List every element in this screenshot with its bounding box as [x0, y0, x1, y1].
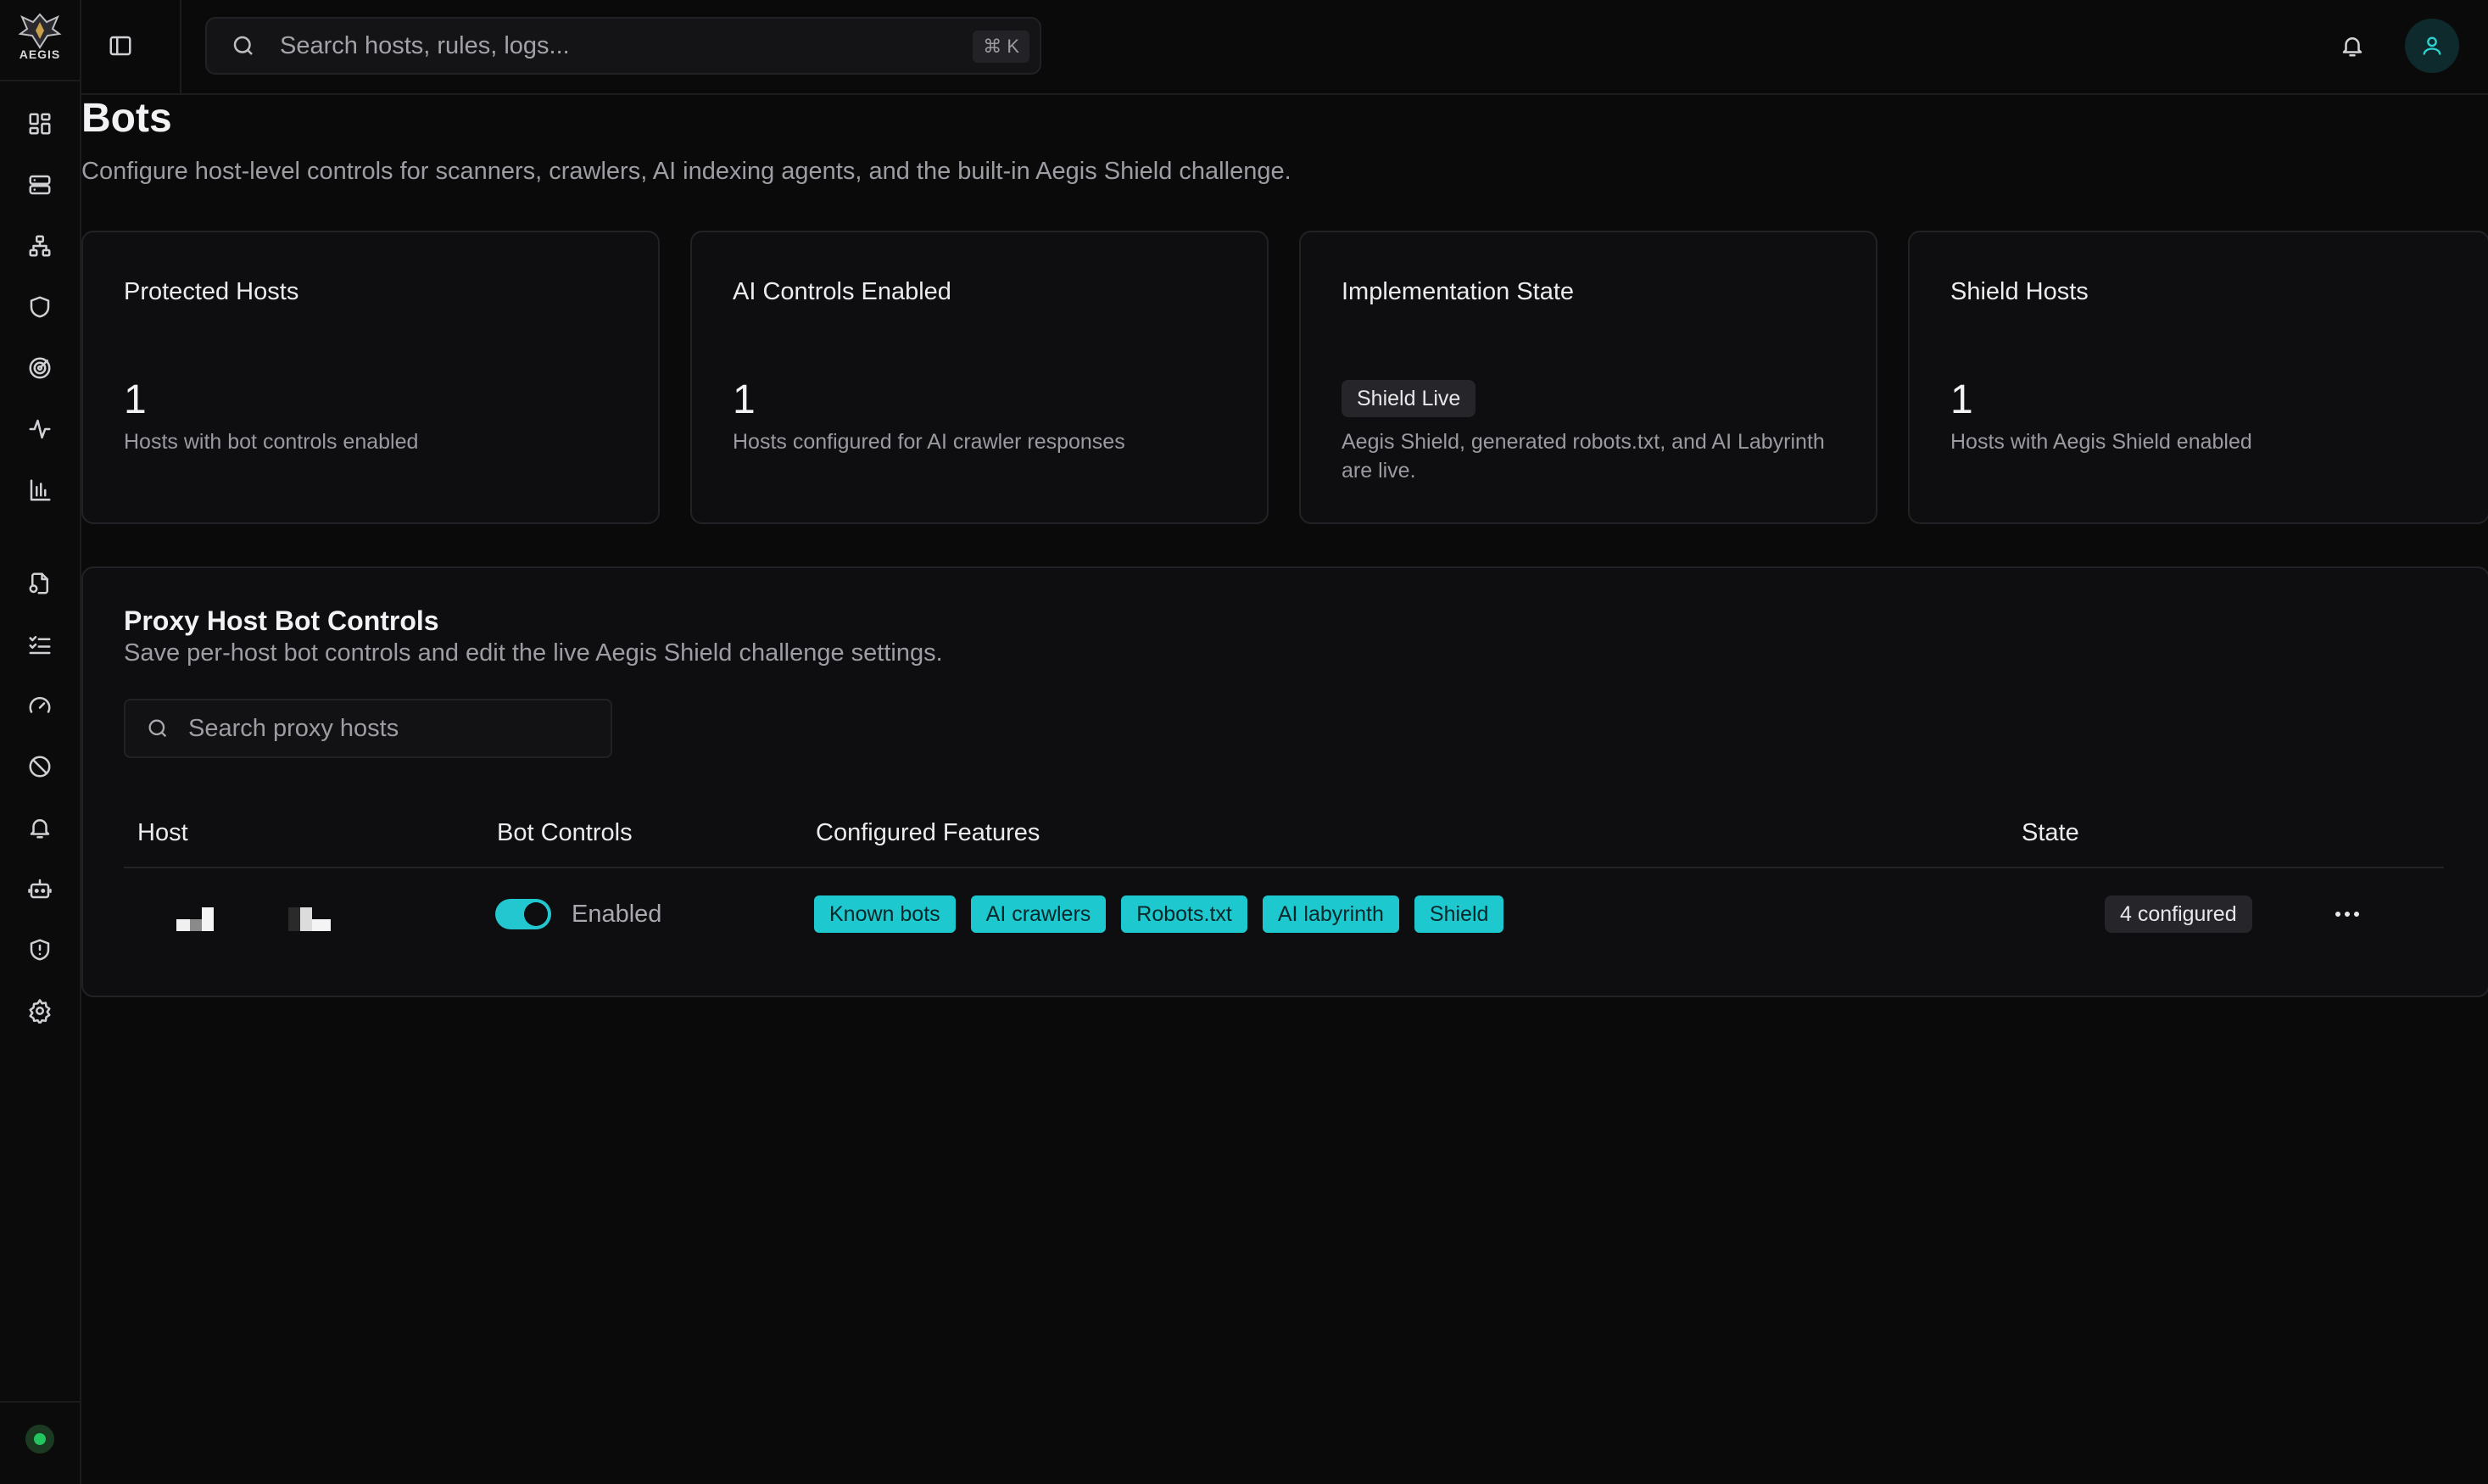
feature-chip-known-bots: Known bots [814, 895, 956, 933]
nav-network-icon[interactable] [23, 229, 57, 263]
row-actions-more-icon[interactable] [2329, 897, 2366, 931]
card-value: 1 [124, 377, 147, 422]
nav-dashboard-icon[interactable] [23, 107, 57, 141]
sidebar-divider [0, 80, 80, 81]
status-online-dot [34, 1433, 46, 1445]
sidebar: AEGIS [0, 0, 81, 1484]
card-value: 1 [733, 377, 756, 422]
card-description: Hosts configured for AI crawler response… [733, 430, 1125, 454]
column-header-host[interactable]: Host [137, 819, 188, 847]
search-shortcut-hint: ⌘ K [973, 31, 1029, 63]
stat-card-shield-hosts: Shield Hosts 1 Hosts with Aegis Shield e… [1908, 231, 2488, 524]
bot-controls-status-label: Enabled [572, 901, 662, 928]
toggle-knob [524, 902, 548, 926]
user-icon [2423, 36, 2441, 55]
sidebar-toggle-button[interactable] [105, 31, 136, 61]
nav-shield-alert-icon[interactable] [23, 933, 57, 967]
column-header-state[interactable]: State [2022, 819, 2079, 847]
card-value: 1 [1950, 377, 1973, 422]
nav-shield-icon[interactable] [23, 290, 57, 324]
feature-chip-ai-crawlers: AI crawlers [970, 895, 1107, 933]
state-badge: 4 configured [2105, 895, 2252, 933]
card-description: Hosts with Aegis Shield enabled [1950, 430, 2252, 454]
nav-ban-icon[interactable] [23, 750, 57, 784]
panel-subtitle: Save per-host bot controls and edit the … [124, 639, 943, 667]
feature-chip-shield: Shield [1414, 895, 1504, 933]
search-icon [148, 719, 167, 738]
search-icon [233, 36, 253, 55]
nav-server-icon[interactable] [23, 168, 57, 202]
card-title: Shield Hosts [1950, 278, 2089, 305]
topbar-separator [180, 0, 181, 93]
nav-settings-icon[interactable] [23, 994, 57, 1028]
card-title: AI Controls Enabled [733, 278, 951, 305]
nav-checklist-icon[interactable] [23, 628, 57, 661]
nav-bar-chart-icon[interactable] [23, 473, 57, 507]
aegis-logo[interactable]: AEGIS [14, 8, 66, 64]
table-row[interactable]: Enabled Known bots AI crawlers Robots.tx… [124, 868, 2444, 957]
card-title: Implementation State [1342, 278, 1575, 305]
status-badge: Shield Live [1342, 380, 1476, 417]
panel-left-icon [109, 36, 131, 56]
feature-chip-ai-labyrinth: AI labyrinth [1262, 895, 1399, 933]
configured-features-list: Known bots AI crawlers Robots.txt AI lab… [814, 895, 1504, 933]
card-description: Aegis Shield, generated robots.txt, and … [1342, 430, 1825, 483]
nav-gauge-icon[interactable] [23, 689, 57, 722]
stat-card-implementation-state: Implementation State Shield Live Aegis S… [1299, 231, 1877, 524]
stat-card-protected-hosts: Protected Hosts 1 Hosts with bot control… [81, 231, 660, 524]
global-search-input[interactable]: Search hosts, rules, logs... ⌘ K [205, 17, 1041, 75]
eagle-shield-icon [18, 13, 62, 49]
host-redacted-image [288, 907, 331, 931]
global-search-placeholder: Search hosts, rules, logs... [280, 31, 570, 59]
notifications-button[interactable] [2335, 29, 2369, 63]
page-subtitle: Configure host-level controls for scanne… [81, 158, 1291, 185]
card-title: Protected Hosts [124, 278, 299, 305]
column-header-features[interactable]: Configured Features [816, 819, 1040, 847]
bot-controls-toggle[interactable] [495, 899, 551, 929]
proxy-host-search [124, 699, 612, 758]
feature-chip-robots-txt: Robots.txt [1121, 895, 1247, 933]
column-header-bot-controls[interactable]: Bot Controls [497, 819, 633, 847]
page-title: Bots [81, 96, 172, 141]
proxy-host-search-input[interactable] [187, 713, 597, 744]
proxy-host-bot-controls-panel: Proxy Host Bot Controls Save per-host bo… [81, 566, 2488, 997]
card-description: Hosts with bot controls enabled [124, 430, 419, 454]
nav-bot-icon[interactable] [23, 872, 57, 906]
topbar: Search hosts, rules, logs... ⌘ K [80, 0, 2488, 95]
nav-target-icon[interactable] [23, 351, 57, 385]
host-redacted-image [176, 907, 214, 931]
nav-bell-icon[interactable] [23, 811, 57, 845]
bell-icon [2342, 37, 2362, 57]
stat-card-ai-controls: AI Controls Enabled 1 Hosts configured f… [690, 231, 1269, 524]
logo-wordmark: AEGIS [19, 47, 61, 61]
user-avatar-button[interactable] [2405, 19, 2459, 73]
connection-status-indicator [25, 1425, 54, 1453]
nav-activity-icon[interactable] [23, 412, 57, 446]
sidebar-footer-divider [0, 1401, 80, 1403]
panel-title: Proxy Host Bot Controls [124, 605, 439, 636]
nav-file-certificate-icon[interactable] [23, 566, 57, 600]
